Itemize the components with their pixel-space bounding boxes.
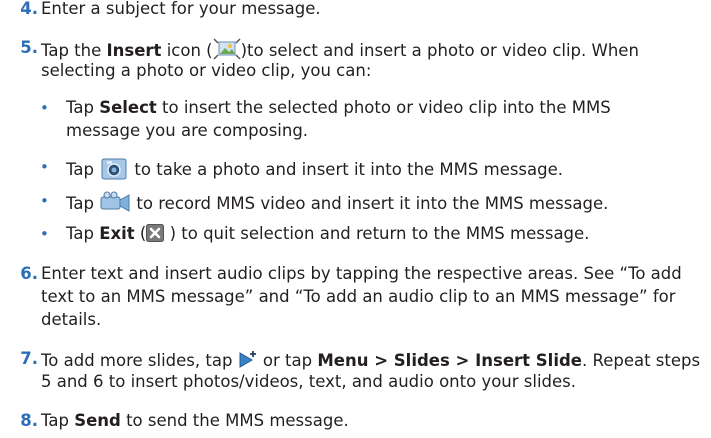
step-number-6: 6. <box>20 264 38 283</box>
bullet-2-text: Tap to take a photo and insert it into t… <box>66 157 563 186</box>
bullet-4-marker: • <box>40 225 49 243</box>
insert-slide-icon <box>238 349 258 374</box>
instruction-list: 4. Enter a subject for your message. 5. … <box>0 0 711 438</box>
step-6-line-1: Enter text and insert audio clips by tap… <box>41 264 682 283</box>
bullet-3-text: Tap to record MMS video and insert it in… <box>66 191 608 218</box>
video-camera-icon <box>99 191 131 218</box>
step-number-4: 4. <box>20 0 38 18</box>
step-number-7: 7. <box>20 349 38 368</box>
bullet-2-marker: • <box>40 158 49 176</box>
step-6-line-3: details. <box>41 310 102 329</box>
exit-x-icon <box>146 224 165 247</box>
step-7-line-2: 5 and 6 to insert photos/videos, text, a… <box>41 372 577 391</box>
bullet-1-marker: • <box>40 99 49 117</box>
camera-icon <box>99 157 129 186</box>
step-number-8: 8. <box>20 411 38 430</box>
bullet-3-marker: • <box>40 192 49 210</box>
step-number-5: 5. <box>20 38 38 57</box>
step-8-text: Tap Send to send the MMS message. <box>41 411 349 430</box>
step-4-text: Enter a subject for your message. <box>41 0 321 18</box>
bullet-1-line-1: Tap Select to insert the selected photo … <box>66 98 611 117</box>
step-7-line-1: To add more slides, tap or tap Menu > Sl… <box>41 349 700 374</box>
step-5-line-2: selecting a photo or video clip, you can… <box>41 61 372 80</box>
bullet-4-text: Tap Exit ( ) to quit selection and retur… <box>66 224 589 247</box>
bullet-1-line-2: message you are composing. <box>66 121 309 140</box>
step-6-line-2: text to an MMS message” and “To add an a… <box>41 287 676 306</box>
